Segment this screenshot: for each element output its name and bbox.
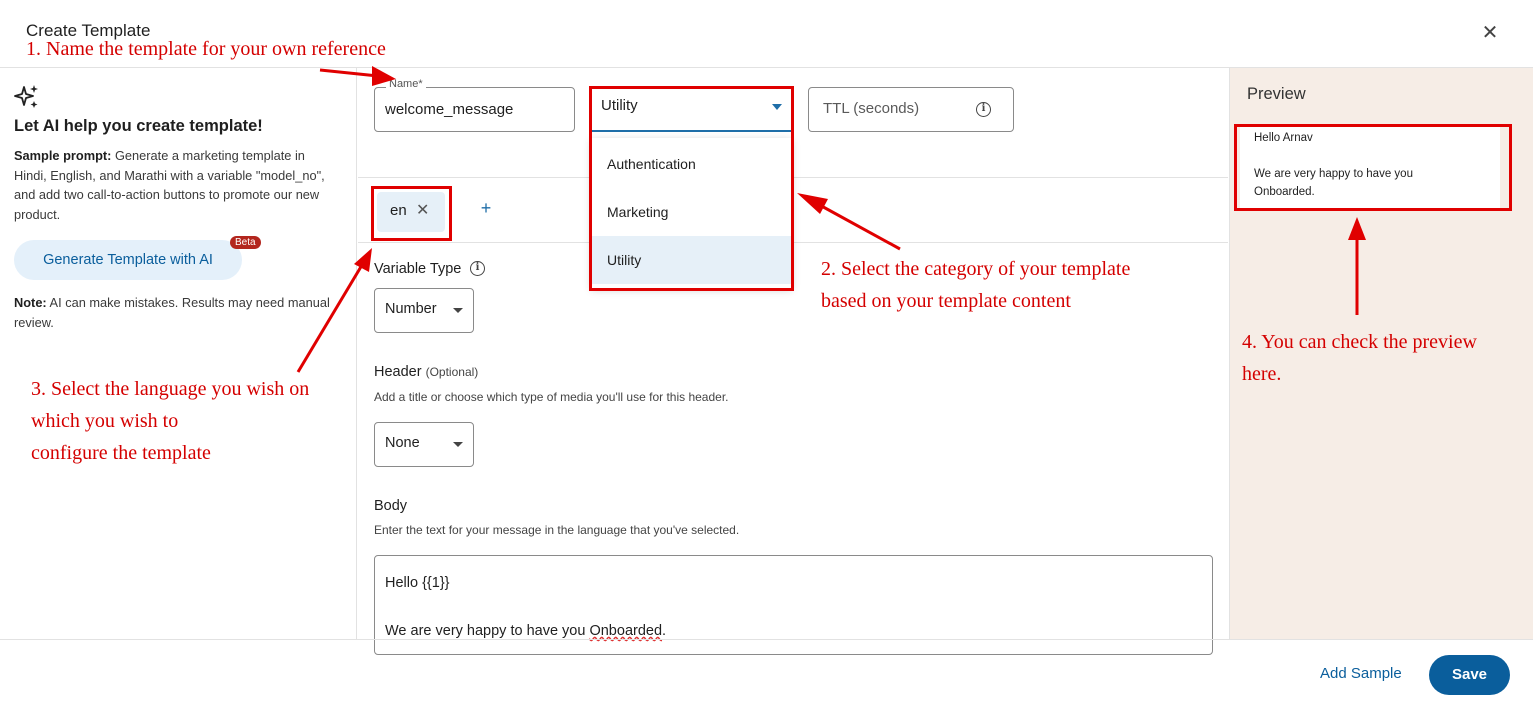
variable-type-value: Number xyxy=(385,301,437,317)
chevron-down-icon xyxy=(453,442,463,447)
ttl-placeholder: TTL (seconds) xyxy=(823,100,920,117)
note-text: AI can make mistakes. Results may need m… xyxy=(14,295,330,330)
footer-divider xyxy=(0,639,1533,640)
ai-sample-prompt: Sample prompt: Generate a marketing temp… xyxy=(14,146,334,224)
sparkle-icon xyxy=(14,85,38,108)
annotation-step-2: 2. Select the category of your template … xyxy=(821,258,1131,312)
beta-badge: Beta xyxy=(230,236,261,249)
header-optional: (Optional) xyxy=(425,365,479,379)
spellcheck-word: Onboarded xyxy=(589,623,663,639)
ttl-field[interactable]: TTL (seconds) i xyxy=(808,87,1014,132)
generate-template-ai-button[interactable]: Generate Template with AI xyxy=(14,240,242,280)
add-sample-button[interactable]: Add Sample xyxy=(1320,665,1402,682)
save-button[interactable]: Save xyxy=(1429,655,1510,695)
annotation-box-language xyxy=(371,186,452,241)
add-language-button[interactable]: + xyxy=(476,198,496,222)
ai-assist-panel: Let AI help you create template! Sample … xyxy=(0,68,357,639)
body-label: Body xyxy=(374,498,408,514)
body-line-2-end: . xyxy=(662,623,667,639)
note-label: Note: xyxy=(14,295,47,310)
close-icon[interactable]: ✕ xyxy=(1478,22,1502,46)
create-template-dialog: Create Template ✕ Let AI help you create… xyxy=(0,0,1533,706)
header-type-value: None xyxy=(385,435,420,451)
sample-prompt-label: Sample prompt: xyxy=(14,148,112,163)
body-line-1: Hello {{1}} xyxy=(385,575,450,591)
name-input-value[interactable]: welcome_message xyxy=(385,101,513,118)
info-icon[interactable]: i xyxy=(470,261,485,276)
name-field[interactable]: welcome_message xyxy=(374,87,575,132)
annotation-box-preview xyxy=(1234,124,1512,211)
variable-type-label: Variable Type xyxy=(374,261,462,277)
header-type-select[interactable]: None xyxy=(374,422,474,467)
body-line-2: We are very happy to have you Onboarded. xyxy=(385,623,666,639)
name-field-label: Name* xyxy=(386,78,426,90)
body-help-text: Enter the text for your message in the l… xyxy=(374,523,740,537)
header-label-text: Header xyxy=(374,364,422,380)
info-icon[interactable]: i xyxy=(976,102,991,117)
annotation-step-4: 4. You can check the preview here. xyxy=(1242,331,1477,385)
body-textarea[interactable]: Hello {{1}} We are very happy to have yo… xyxy=(374,555,1213,655)
annotation-step-1: 1. Name the template for your own refere… xyxy=(26,38,386,60)
annotation-box-category xyxy=(589,86,794,291)
header-help-text: Add a title or choose which type of medi… xyxy=(374,390,729,404)
annotation-arrowhead-2 xyxy=(797,193,828,214)
body-line-2-text: We are very happy to have you xyxy=(385,623,590,639)
header-label: Header (Optional) xyxy=(374,364,478,380)
annotation-step-3: 3. Select the language you wish on which… xyxy=(31,378,310,464)
ai-note: Note: AI can make mistakes. Results may … xyxy=(14,293,334,333)
ai-panel-title: Let AI help you create template! xyxy=(14,117,263,135)
variable-type-select[interactable]: Number xyxy=(374,288,474,333)
preview-title: Preview xyxy=(1247,85,1306,103)
chevron-down-icon xyxy=(453,308,463,313)
